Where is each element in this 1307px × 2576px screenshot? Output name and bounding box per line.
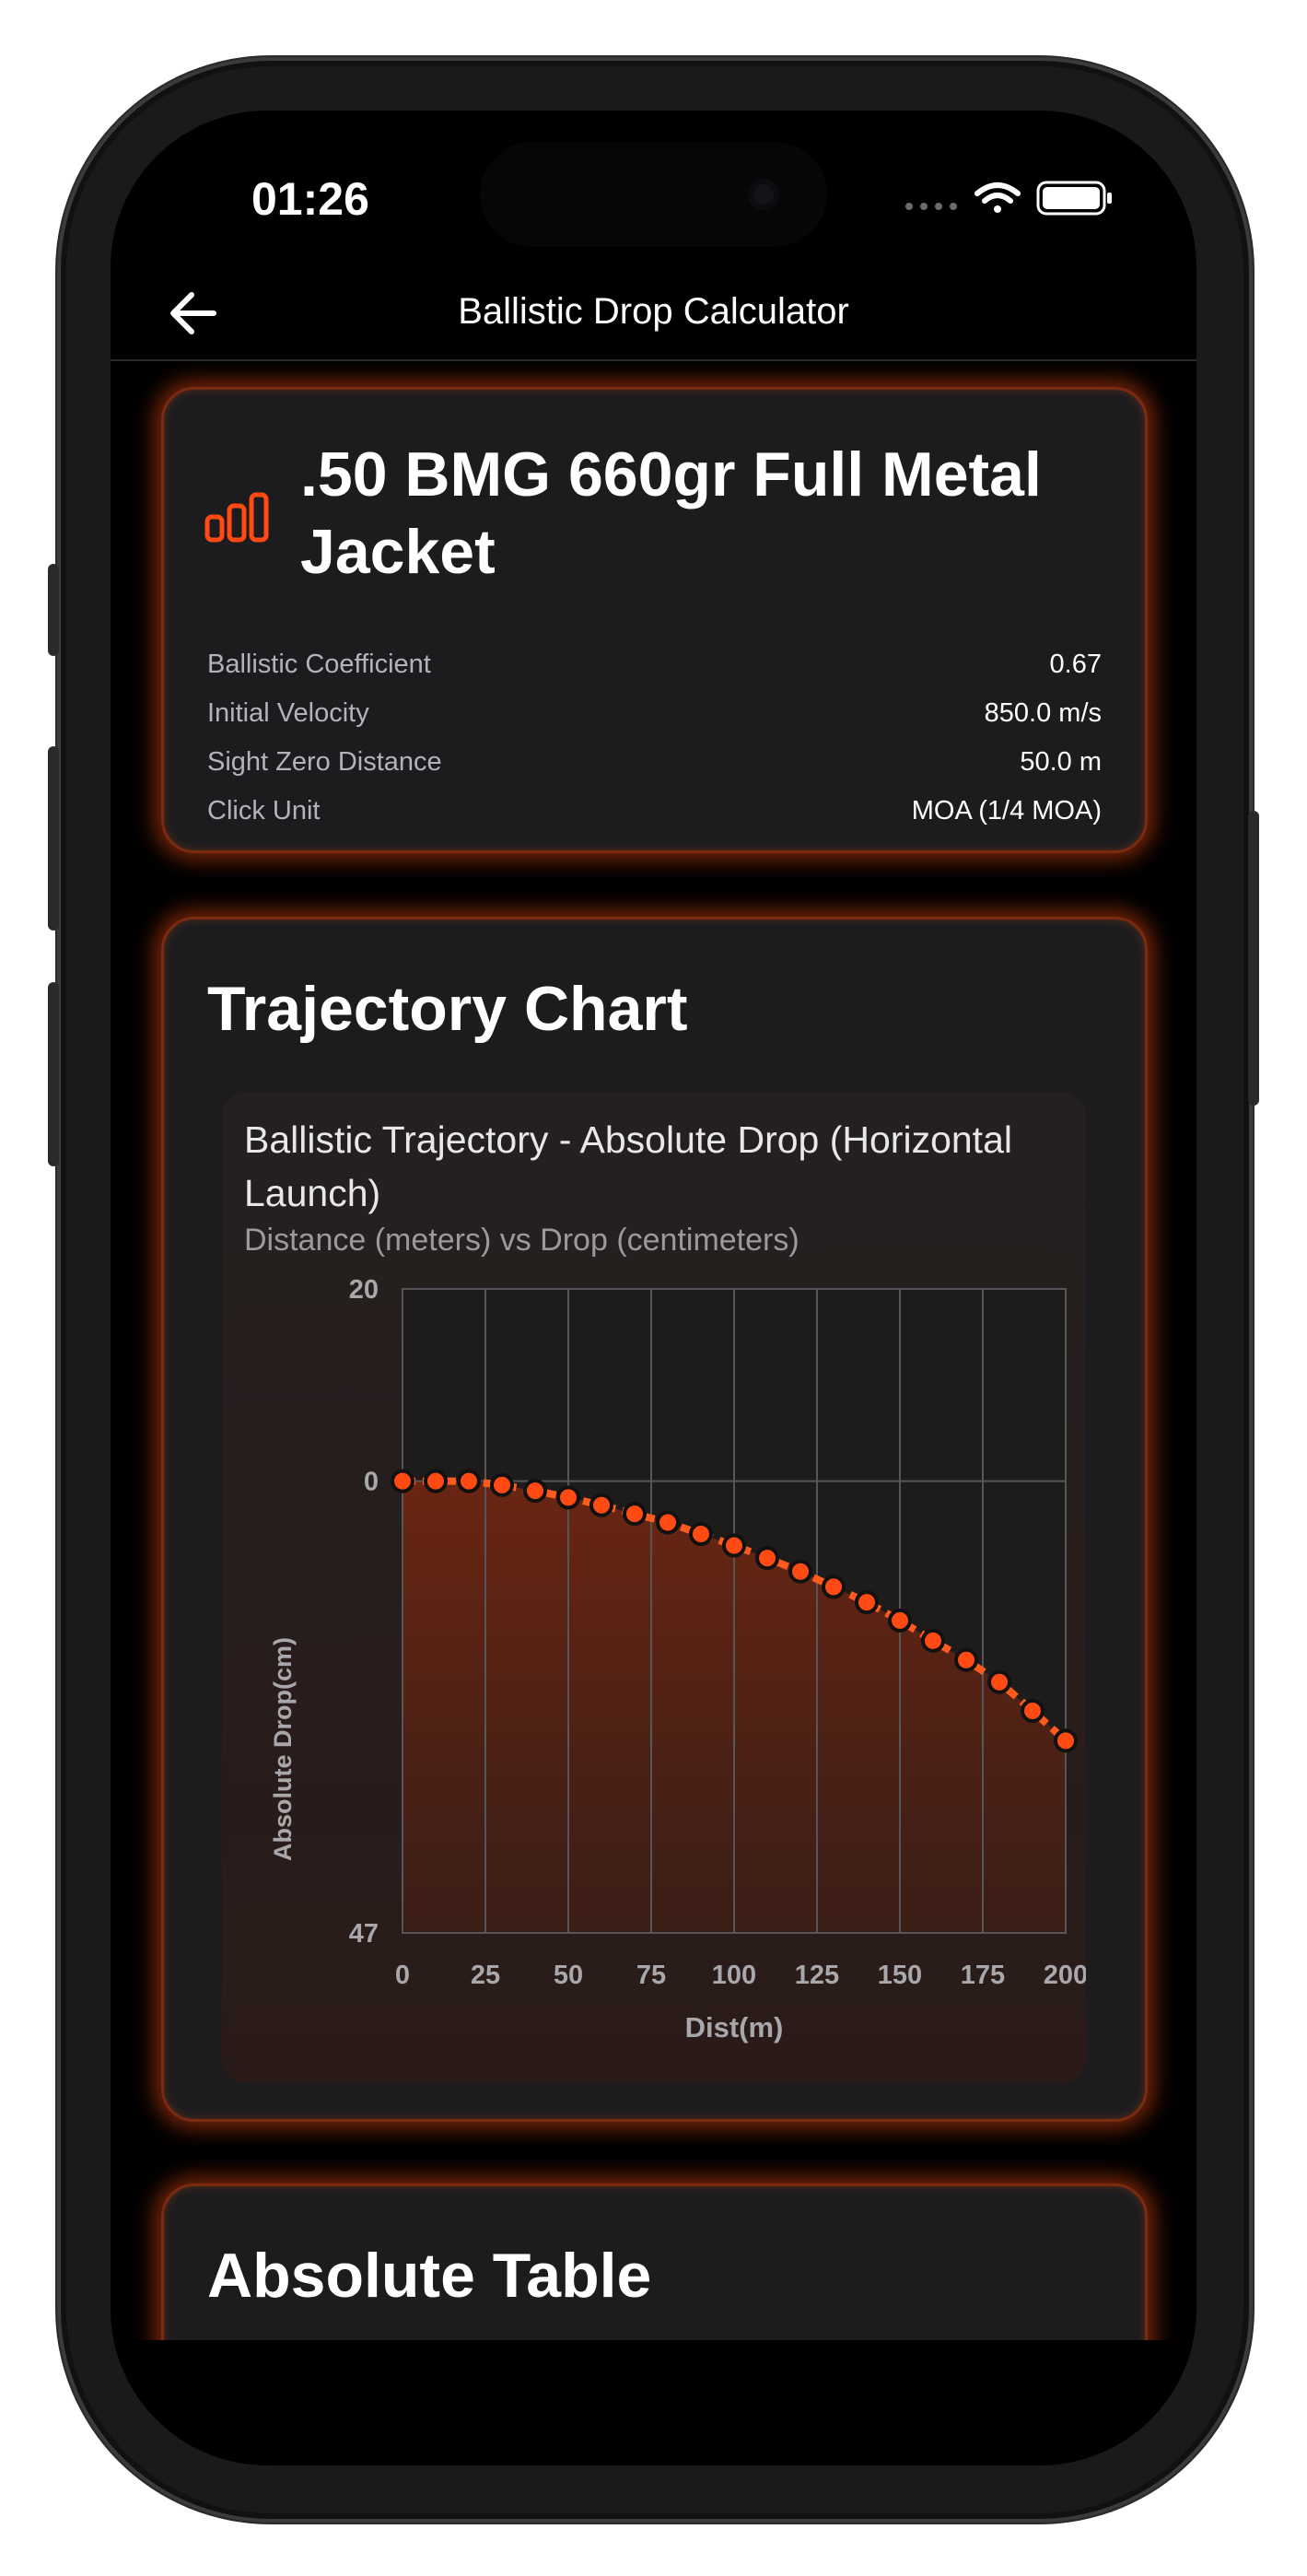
ammo-info-card: .50 BMG 660gr Full Metal Jacket Ballisti…: [161, 387, 1148, 853]
data-point: [490, 1472, 514, 1497]
data-point: [424, 1469, 448, 1493]
status-bar: 01:26: [111, 111, 1196, 267]
data-point: [788, 1559, 812, 1584]
home-indicator-area: [111, 2340, 1196, 2465]
data-point: [1021, 1699, 1044, 1724]
spec-row: Sight Zero Distance 50.0 m: [207, 747, 1102, 784]
screen: 01:26 Ballistic Drop Calculator .50 BMG …: [111, 111, 1196, 2465]
data-point: [656, 1510, 680, 1535]
power-button: [1248, 811, 1259, 1106]
data-point: [921, 1628, 945, 1653]
data-point: [1054, 1728, 1078, 1753]
data-point: [589, 1493, 613, 1517]
trajectory-chart-card: Trajectory Chart Ballistic Trajectory - …: [161, 917, 1148, 2122]
x-tick-label: 75: [636, 1961, 666, 1990]
data-point: [855, 1590, 879, 1615]
status-icons: [905, 181, 1112, 216]
spec-value: 850.0 m/s: [984, 698, 1102, 728]
spec-row: Ballistic Coefficient 0.67: [207, 650, 1102, 686]
chart-container: Ballistic Trajectory - Absolute Drop (Ho…: [222, 1093, 1086, 2083]
x-tick-label: 150: [878, 1961, 922, 1990]
x-tick-label: 175: [961, 1961, 1005, 1990]
x-tick-label: 0: [395, 1961, 410, 1990]
spec-row: Click Unit MOA (1/4 MOA): [207, 796, 1102, 833]
navigation-bar: Ballistic Drop Calculator: [111, 267, 1196, 361]
data-point: [954, 1647, 978, 1672]
data-point: [457, 1469, 481, 1493]
nav-title: Ballistic Drop Calculator: [458, 291, 849, 332]
wifi-icon: [974, 182, 1021, 213]
camera-icon: [748, 179, 779, 210]
spec-label: Sight Zero Distance: [207, 747, 442, 777]
x-axis-label: Dist(m): [685, 2011, 784, 2043]
data-point: [755, 1546, 779, 1571]
ammo-name: .50 BMG 660gr Full Metal Jacket: [300, 439, 1042, 587]
cellular-signal-icon: [905, 203, 957, 210]
spec-label: Ballistic Coefficient: [207, 650, 431, 679]
y-tick-label: 47: [349, 1919, 379, 1949]
data-point: [987, 1669, 1011, 1694]
spec-value: 0.67: [1049, 650, 1102, 679]
section-title: Absolute Table: [207, 2241, 652, 2311]
data-point: [888, 1608, 912, 1633]
data-point: [822, 1575, 846, 1599]
data-point: [722, 1533, 746, 1558]
data-point: [523, 1479, 547, 1504]
volume-down-button: [48, 982, 59, 1166]
spec-value: 50.0 m: [1020, 747, 1102, 777]
spec-label: Initial Velocity: [207, 698, 369, 728]
data-point: [623, 1502, 647, 1527]
data-point: [391, 1469, 414, 1493]
spec-row: Initial Velocity 850.0 m/s: [207, 698, 1102, 735]
spec-label: Click Unit: [207, 796, 321, 825]
x-tick-label: 100: [712, 1961, 756, 1990]
volume-up-button: [48, 746, 59, 931]
spec-value: MOA (1/4 MOA): [911, 796, 1102, 825]
dynamic-island: [480, 142, 827, 247]
status-time: 01:26: [251, 173, 369, 225]
y-tick-label: 20: [349, 1275, 379, 1305]
data-point: [556, 1485, 580, 1510]
trajectory-chart: 0 25 50 75 100 125 150 175 20020047Dist(m)Absolu…: [269, 1275, 1086, 2043]
x-tick-label: 50: [554, 1961, 583, 1990]
mute-switch: [48, 564, 59, 656]
x-tick-label: 125: [795, 1961, 839, 1990]
section-title: Trajectory Chart: [207, 974, 688, 1044]
y-axis-label: Absolute Drop(cm): [269, 1637, 297, 1861]
y-tick-label: 0: [364, 1468, 379, 1497]
bar-chart-icon: [204, 492, 269, 543]
x-tick-label: 200: [1044, 1961, 1086, 1990]
data-point: [689, 1522, 713, 1547]
battery-icon: [1036, 181, 1112, 216]
x-tick-label: 25: [471, 1961, 500, 1990]
